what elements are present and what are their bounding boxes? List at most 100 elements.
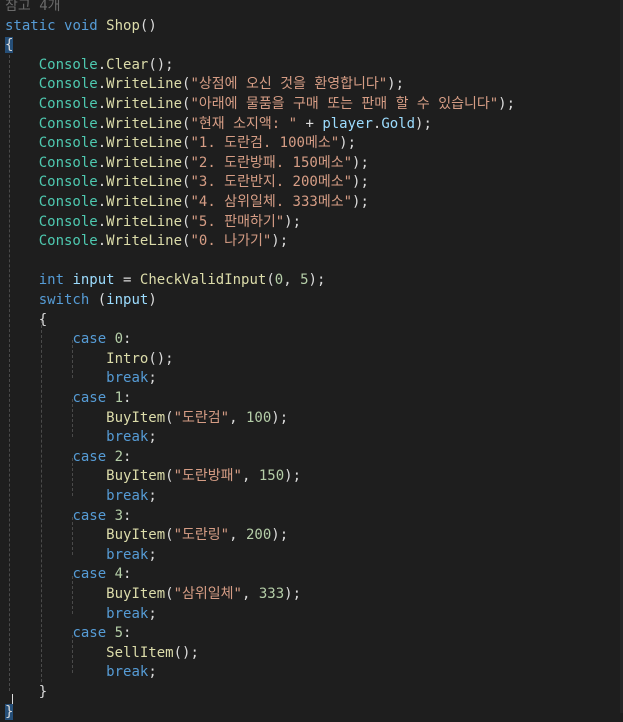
code-line-30[interactable]: case 4:	[5, 565, 131, 585]
code-token: "도란검"	[173, 409, 230, 426]
code-token: }	[5, 684, 48, 700]
code-line-36[interactable]: }	[5, 683, 47, 703]
code-token: 5	[114, 625, 124, 642]
code-token: Console	[38, 135, 98, 152]
code-token: break	[106, 429, 149, 446]
code-token: :	[123, 566, 132, 583]
code-line-15[interactable]: int input = CheckValidInput(0, 5);	[5, 271, 326, 291]
code-editor[interactable]: 참고 4개 static void Shop(){ Console.Clear()…	[0, 0, 623, 720]
code-line-29[interactable]: break;	[5, 546, 157, 566]
code-token: {	[5, 311, 48, 328]
code-token: );	[352, 194, 369, 210]
code-line-24[interactable]: case 2:	[5, 448, 131, 468]
code-line-6[interactable]: Console.WriteLine("아래에 물품을 구매 또는 판매 할 수 …	[5, 95, 515, 115]
code-token: ();	[173, 644, 199, 661]
code-token: BuyItem	[106, 468, 166, 485]
code-token: Console	[38, 76, 98, 93]
code-token: );	[387, 76, 405, 93]
code-line-37[interactable]: }	[5, 703, 14, 722]
code-token: "상점에 오신 것을 환영합니다"	[190, 76, 388, 93]
code-line-26[interactable]: break;	[5, 487, 157, 507]
code-line-12[interactable]: Console.WriteLine("5. 판매하기");	[5, 213, 301, 233]
code-token: (	[165, 409, 174, 426]
code-line-7[interactable]: Console.WriteLine("현재 소지액: " + player.Go…	[5, 115, 432, 135]
code-token: Console	[38, 56, 98, 73]
code-line-3[interactable]: {	[5, 36, 14, 56]
code-token: ;	[148, 429, 157, 446]
code-token: );	[352, 174, 369, 191]
code-token: case	[72, 507, 107, 524]
code-token: (	[89, 292, 107, 308]
code-token: 4	[114, 566, 124, 583]
code-token: );	[498, 96, 516, 112]
code-line-13[interactable]: Console.WriteLine("0. 나가기");	[5, 232, 288, 252]
code-line-8[interactable]: Console.WriteLine("1. 도란검. 100메소");	[5, 134, 356, 154]
code-token: WriteLine	[106, 233, 183, 250]
code-line-21[interactable]: case 1:	[5, 389, 131, 409]
code-token: Shop	[106, 17, 140, 34]
code-line-16[interactable]: switch (input)	[5, 291, 157, 311]
code-line-1[interactable]: 참고 4개	[5, 0, 61, 17]
code-line-25[interactable]: BuyItem("도란방패", 150);	[5, 467, 301, 487]
code-token: "0. 나가기"	[190, 233, 272, 250]
code-line-35[interactable]: break;	[5, 663, 157, 683]
code-token: ,	[283, 272, 301, 289]
code-line-4[interactable]: Console.Clear();	[5, 56, 174, 76]
code-token: Console	[38, 115, 98, 132]
code-line-28[interactable]: BuyItem("도란링", 200);	[5, 526, 288, 546]
code-line-19[interactable]: Intro();	[5, 350, 173, 370]
code-line-18[interactable]: case 0:	[5, 330, 131, 350]
code-token: WriteLine	[106, 174, 183, 191]
code-token: "도란링"	[173, 527, 230, 544]
code-line-20[interactable]: break;	[5, 369, 157, 389]
code-token: .	[97, 233, 107, 250]
code-token: .	[97, 174, 107, 191]
code-line-17[interactable]: {	[5, 311, 47, 331]
code-line-2[interactable]: static void Shop()	[5, 17, 157, 37]
code-line-31[interactable]: BuyItem("삼위일체", 333);	[5, 585, 301, 605]
code-token: break	[106, 370, 149, 387]
code-token: Console	[38, 233, 98, 250]
code-line-34[interactable]: SellItem();	[5, 644, 199, 664]
code-token: );	[284, 586, 302, 602]
code-line-10[interactable]: Console.WriteLine("3. 도란반지. 200메소");	[5, 173, 369, 193]
code-token: .	[97, 56, 107, 73]
code-token: );	[415, 115, 432, 132]
code-line-11[interactable]: Console.WriteLine("4. 삼위일체. 333메소");	[5, 193, 369, 213]
code-line-32[interactable]: break;	[5, 605, 157, 625]
code-token: break	[106, 605, 149, 622]
code-token: SellItem	[106, 644, 174, 661]
code-token: 0	[114, 331, 124, 348]
code-line-5[interactable]: Console.WriteLine("상점에 오신 것을 환영합니다");	[5, 75, 404, 95]
code-line-9[interactable]: Console.WriteLine("2. 도란방패. 150메소");	[5, 154, 369, 174]
code-line-33[interactable]: case 5:	[5, 624, 131, 644]
code-token: WriteLine	[106, 213, 183, 230]
code-token: ();	[148, 56, 174, 73]
code-token: WriteLine	[106, 154, 183, 171]
code-token: .	[97, 194, 107, 210]
code-token: );	[339, 135, 357, 152]
code-token: ;	[148, 605, 157, 622]
code-token: Gold	[381, 115, 416, 132]
code-line-27[interactable]: case 3:	[5, 507, 131, 527]
code-line-23[interactable]: break;	[5, 428, 157, 448]
code-line-22[interactable]: BuyItem("도란검", 100);	[5, 409, 288, 429]
code-token: .	[97, 135, 107, 152]
